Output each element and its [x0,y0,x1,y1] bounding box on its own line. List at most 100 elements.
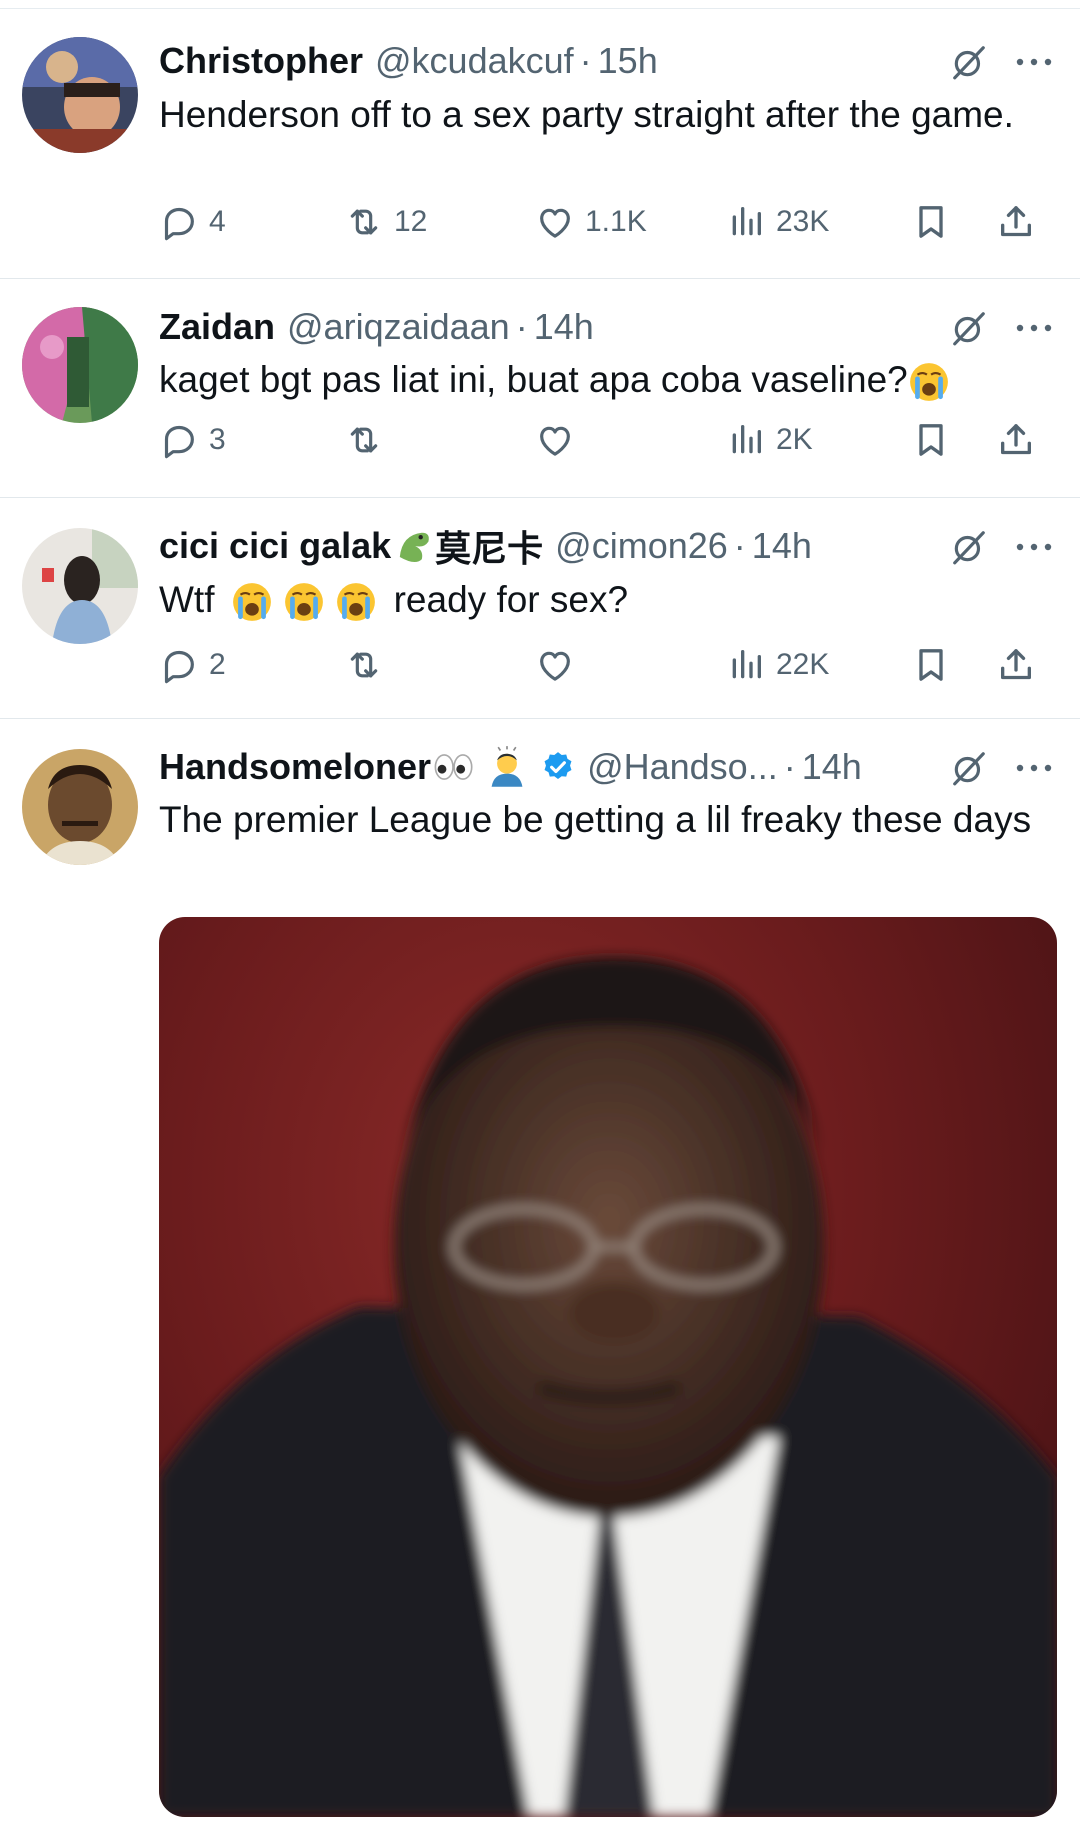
views-button[interactable]: 2K [726,415,813,465]
separator: · [783,746,796,787]
avatar[interactable] [22,37,138,153]
share-button[interactable] [996,197,1036,247]
like-button[interactable] [535,415,585,465]
grok-icon[interactable] [950,309,988,347]
more-icon[interactable] [1014,762,1054,774]
separator: · [733,525,746,566]
views-icon [726,420,766,460]
reply-button[interactable]: 2 [159,640,226,690]
tweet-header: cici cici galak 莫尼卡 @cimon26 · 14h [159,522,1080,570]
action-bar: 2 22K [159,640,1039,690]
tweet-christopher[interactable]: Christopher @kcudakcuf · 15h Henderson o… [0,9,1080,279]
person-bowing-emoji [491,746,523,787]
crying-emoji [335,581,377,623]
timestamp[interactable]: 14h [802,746,862,788]
dragon-emoji [399,532,429,563]
more-icon[interactable] [1014,322,1054,334]
handle[interactable]: @ariqzaidaan [287,306,510,348]
retweet-icon [344,420,384,460]
view-count: 2K [776,423,813,456]
tweet-zaidan[interactable]: Zaidan @ariqzaidaan · 14h kaget bgt pas … [0,279,1080,498]
retweet-icon [344,202,384,242]
tweet-text: Wtf ready for sex? [159,574,1039,626]
like-button[interactable] [535,640,585,690]
bookmark-button[interactable] [911,415,951,465]
retweet-icon [344,645,384,685]
retweet-button[interactable]: 12 [344,197,427,247]
reply-icon [159,420,199,460]
display-name[interactable]: Zaidan [159,306,275,348]
tweet-cici[interactable]: cici cici galak 莫尼卡 @cimon26 · 14h Wtf r… [0,498,1080,719]
view-count: 23K [776,205,830,238]
timestamp[interactable]: 14h [752,525,812,567]
like-icon [535,645,575,685]
bookmark-button[interactable] [911,640,951,690]
bookmark-icon [911,645,951,685]
eyes-emoji [434,754,473,780]
views-icon [726,202,766,242]
grok-icon[interactable] [950,749,988,787]
retweet-button[interactable] [344,640,394,690]
handle[interactable]: @cimon26 [555,525,728,567]
reply-count: 2 [209,648,226,681]
crying-emoji [908,361,950,403]
like-icon [535,420,575,460]
tweet-header: Handsomeloner @Handso... · 14h [159,743,1080,791]
separator: · [515,306,528,347]
like-icon [535,202,575,242]
tweet-text-end: ready for sex? [393,579,629,620]
tweet-text-content: kaget bgt pas liat ini, buat apa coba va… [159,359,908,400]
tweet-media-image[interactable] [159,917,1057,1817]
more-icon[interactable] [1014,56,1054,68]
retweet-button[interactable] [344,415,394,465]
grok-icon[interactable] [950,43,988,81]
like-count: 1.1K [585,205,647,238]
timestamp[interactable]: 14h [534,306,594,348]
handle[interactable]: @kcudakcuf [375,40,574,82]
display-name[interactable]: cici cici galak [159,525,391,567]
tweet-header: Christopher @kcudakcuf · 15h [159,37,1080,85]
view-count: 22K [776,648,830,681]
reply-count: 4 [209,205,226,238]
share-icon [996,420,1036,460]
verified-badge-icon[interactable] [541,750,575,784]
views-button[interactable]: 22K [726,640,829,690]
separator: · [579,40,592,81]
avatar[interactable] [22,749,138,865]
reply-button[interactable]: 4 [159,197,226,247]
views-icon [726,645,766,685]
views-button[interactable]: 23K [726,197,829,247]
share-button[interactable] [996,640,1036,690]
crying-emoji [231,581,273,623]
avatar[interactable] [22,307,138,423]
share-button[interactable] [996,415,1036,465]
tweet-text: The premier League be getting a lil frea… [159,799,1032,840]
action-bar: 4 12 1.1K 23K [159,197,1039,247]
more-icon[interactable] [1014,541,1054,553]
tweet-text-start: Wtf [159,579,215,620]
tweet-text: kaget bgt pas liat ini, buat apa coba va… [159,354,1039,406]
share-icon [996,202,1036,242]
display-name[interactable]: Christopher [159,40,363,82]
share-icon [996,645,1036,685]
avatar[interactable] [22,528,138,644]
reply-icon [159,645,199,685]
tweet-header: Zaidan @ariqzaidaan · 14h [159,303,1080,351]
action-bar: 3 2K [159,415,1039,465]
timestamp[interactable]: 15h [598,40,658,82]
man-photo [159,957,1057,1817]
reply-count: 3 [209,423,226,456]
grok-icon[interactable] [950,528,988,566]
crying-emoji [283,581,325,623]
retweet-count: 12 [394,205,428,238]
bookmark-button[interactable] [911,197,951,247]
display-name[interactable]: Handsomeloner [159,746,431,788]
display-name-suffix[interactable]: 莫尼卡 [435,520,543,572]
bookmark-icon [911,420,951,460]
handle[interactable]: @Handso... [587,746,778,788]
top-divider [0,0,1080,9]
tweet-text: Henderson off to a sex party straight af… [159,94,1014,135]
like-button[interactable]: 1.1K [535,197,647,247]
reply-icon [159,202,199,242]
reply-button[interactable]: 3 [159,415,226,465]
